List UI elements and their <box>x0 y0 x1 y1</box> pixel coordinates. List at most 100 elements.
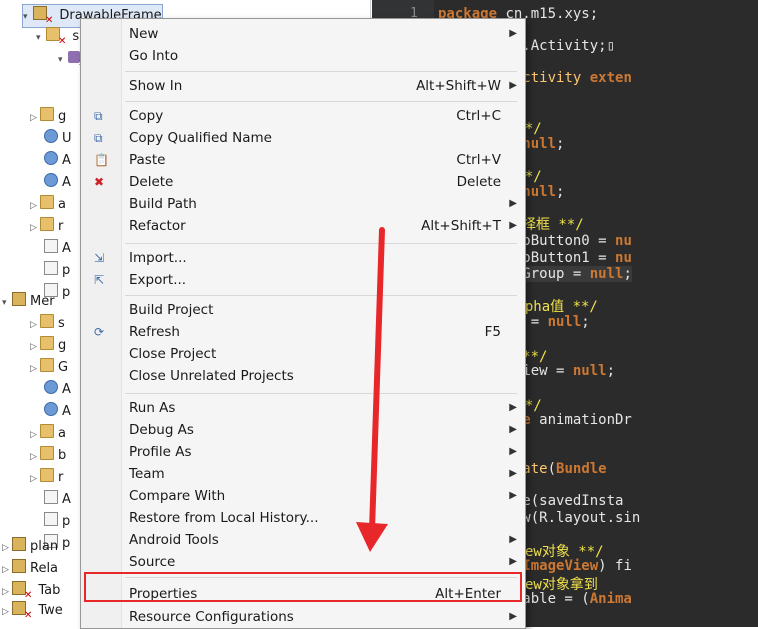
menu-item-refresh[interactable]: ⟳ Refresh F5 <box>82 321 523 343</box>
expand-toggle-icon[interactable]: ▾ <box>36 27 46 49</box>
menu-item-debug-as[interactable]: Debug As ▶ <box>82 419 523 441</box>
import-icon: ⇲ <box>94 251 105 265</box>
menu-item-build-path[interactable]: Build Path ▶ <box>82 193 523 215</box>
menu-item-shortcut: Ctrl+C <box>456 108 501 124</box>
menu-item-close-unrelated-projects[interactable]: Close Unrelated Projects <box>82 365 523 387</box>
menu-item-compare-with[interactable]: Compare With ▶ <box>82 485 523 507</box>
menu-item-label: Refactor <box>129 218 186 234</box>
menu-item-copy-qualified-name[interactable]: ⧉ Copy Qualified Name <box>82 127 523 149</box>
tree-item[interactable]: A <box>44 379 71 401</box>
java-icon <box>44 129 58 143</box>
tree-item[interactable]: A <box>44 489 71 511</box>
submenu-arrow-icon: ▶ <box>509 198 517 209</box>
expand-toggle-icon[interactable]: ▷ <box>2 559 12 581</box>
tree-item[interactable]: ▷ G <box>30 357 68 379</box>
tree-item-label: p <box>62 285 71 300</box>
tree-item[interactable]: p <box>44 511 70 533</box>
tree-item[interactable]: ▷ ✕ Tab <box>2 580 60 602</box>
fold-icon <box>40 195 54 209</box>
tree-item[interactable]: A <box>44 238 71 260</box>
menu-item-delete[interactable]: ✖ Delete Delete <box>82 171 523 193</box>
tree-item[interactable]: ▷ ✕ Twe <box>2 600 63 622</box>
refresh-icon: ⟳ <box>94 325 105 339</box>
tree-item[interactable]: ▷ a <box>30 423 66 445</box>
expand-toggle-icon[interactable]: ▷ <box>30 217 40 239</box>
expand-toggle-icon[interactable]: ▷ <box>2 601 12 623</box>
menu-item-go-into[interactable]: Go Into <box>82 45 523 67</box>
expand-toggle-icon[interactable]: ▷ <box>2 537 12 559</box>
file-icon <box>44 261 58 275</box>
expand-toggle-icon[interactable]: ▷ <box>30 314 40 336</box>
expand-toggle-icon[interactable]: ▷ <box>30 107 40 129</box>
menu-item-label: Debug As <box>129 422 194 438</box>
menu-item-build-project[interactable]: Build Project <box>82 299 523 321</box>
expand-toggle-icon[interactable]: ▾ <box>23 6 33 28</box>
tree-item[interactable]: ▷ r <box>30 216 63 238</box>
tree-item[interactable]: ▾ ✕ s <box>36 26 79 48</box>
tree-item[interactable]: ▷ r <box>30 467 63 489</box>
tree-item[interactable]: ▷ s <box>30 313 65 335</box>
tree-item-label: A <box>62 153 71 168</box>
menu-item-refactor[interactable]: Refactor Alt+Shift+T ▶ <box>82 215 523 237</box>
tree-item-label: p <box>62 536 71 551</box>
menu-item-label: Import... <box>129 250 187 266</box>
menu-item-export[interactable]: ⇱ Export... <box>82 269 523 291</box>
tree-item[interactable]: ▾ Mer <box>2 291 55 313</box>
menu-item-label: Source <box>129 554 176 570</box>
menu-item-label: Restore from Local History... <box>129 510 319 526</box>
tree-item[interactable]: ▷ plan <box>2 536 58 558</box>
tree-item[interactable]: U <box>44 128 72 150</box>
proj-icon <box>12 292 26 306</box>
tree-item-label: G <box>58 360 69 375</box>
menu-item-label: Profile As <box>129 444 192 460</box>
expand-toggle-icon[interactable]: ▷ <box>30 358 40 380</box>
error-marker-icon: ✕ <box>45 15 54 26</box>
tree-item-label: plan <box>30 539 59 554</box>
tree-item-label: Twe <box>38 603 63 618</box>
tree-item[interactable]: A <box>44 401 71 423</box>
menu-item-label: Close Unrelated Projects <box>129 368 294 384</box>
tree-item[interactable]: ▷ g <box>30 335 66 357</box>
context-menu: New ▶ Go Into Show In Alt+Shift+W ▶ ⧉ Copy Ctrl+… <box>80 18 526 629</box>
expand-toggle-icon[interactable]: ▷ <box>30 468 40 490</box>
menu-item-new[interactable]: New ▶ <box>82 23 523 45</box>
tree-item[interactable]: ▷ Rela <box>2 558 58 580</box>
menu-item-source[interactable]: Source ▶ <box>82 551 523 573</box>
tree-item-label: Mer <box>30 294 55 309</box>
fold-icon <box>40 424 54 438</box>
menu-item-label: Go Into <box>129 48 179 64</box>
error-marker-icon: ✕ <box>58 36 67 47</box>
tree-item-label: U <box>62 131 72 146</box>
tree-item[interactable]: ▷ b <box>30 445 66 467</box>
menu-item-close-project[interactable]: Close Project <box>82 343 523 365</box>
java-icon <box>44 151 58 165</box>
tree-item[interactable]: A <box>44 172 71 194</box>
tree-item[interactable]: A <box>44 150 71 172</box>
expand-toggle-icon[interactable]: ▷ <box>30 424 40 446</box>
submenu-arrow-icon: ▶ <box>509 611 517 622</box>
menu-item-team[interactable]: Team ▶ <box>82 463 523 485</box>
menu-item-label: Compare With <box>129 488 226 504</box>
tree-item[interactable]: ▷ g <box>30 106 66 128</box>
menu-item-profile-as[interactable]: Profile As ▶ <box>82 441 523 463</box>
menu-item-android-tools[interactable]: Android Tools ▶ <box>82 529 523 551</box>
submenu-arrow-icon: ▶ <box>509 220 517 231</box>
expand-toggle-icon[interactable]: ▷ <box>30 336 40 358</box>
expand-toggle-icon[interactable]: ▷ <box>30 446 40 468</box>
menu-item-show-in[interactable]: Show In Alt+Shift+W ▶ <box>82 75 523 97</box>
expand-toggle-icon[interactable]: ▾ <box>2 292 12 314</box>
tree-item-label: s <box>72 29 80 44</box>
menu-item-run-as[interactable]: Run As ▶ <box>82 397 523 419</box>
submenu-arrow-icon: ▶ <box>509 80 517 91</box>
expand-toggle-icon[interactable]: ▷ <box>30 195 40 217</box>
menu-item-import[interactable]: ⇲ Import... <box>82 247 523 269</box>
menu-item-shortcut: F5 <box>484 324 501 340</box>
tree-item[interactable]: ▷ a <box>30 194 66 216</box>
expand-toggle-icon[interactable]: ▾ <box>58 49 68 71</box>
menu-item-paste[interactable]: 📋 Paste Ctrl+V <box>82 149 523 171</box>
menu-item-resource-configurations[interactable]: Resource Configurations ▶ <box>82 606 523 628</box>
menu-item-restore-from-local-history[interactable]: Restore from Local History... <box>82 507 523 529</box>
tree-item[interactable]: p <box>44 260 70 282</box>
menu-item-copy[interactable]: ⧉ Copy Ctrl+C <box>82 105 523 127</box>
file-icon <box>44 239 58 253</box>
